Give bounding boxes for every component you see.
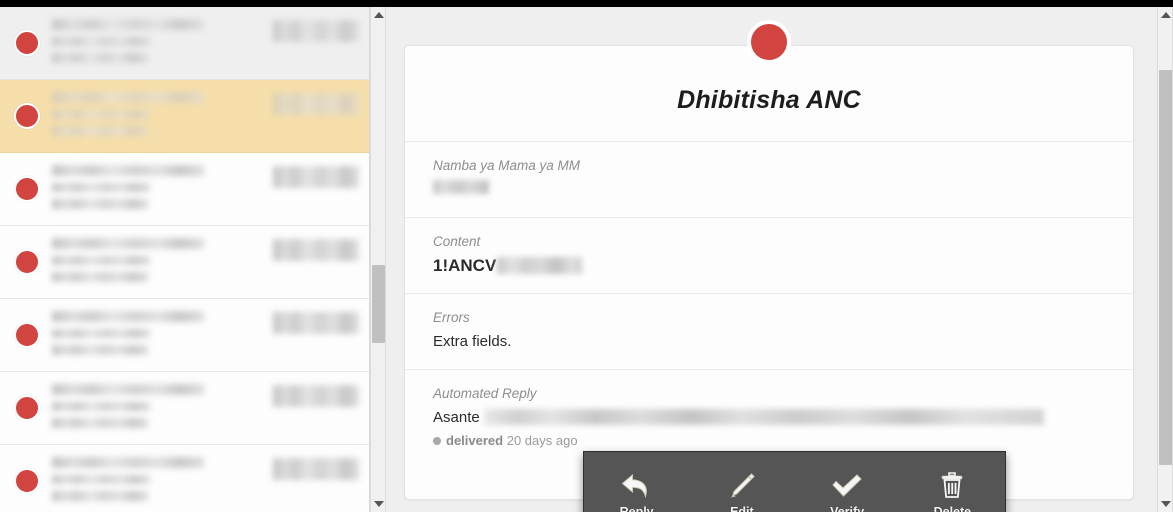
field-value-text: 1!ANCV — [433, 256, 497, 275]
delivery-status-dot-icon — [433, 437, 441, 445]
list-item-title-redacted — [52, 384, 204, 395]
field-value-redacted — [433, 180, 489, 194]
message-detail-panel: Dhibitisha ANC Namba ya Mama ya MM Conte… — [388, 7, 1156, 512]
checkmark-icon — [830, 469, 864, 503]
contact-avatar-icon — [14, 395, 40, 421]
list-item-preview-redacted — [52, 491, 148, 501]
field-label: Namba ya Mama ya MM — [433, 158, 581, 173]
delete-button[interactable]: Delete — [900, 452, 1005, 512]
list-item-title-redacted — [52, 165, 204, 176]
scroll-down-arrow-icon[interactable] — [374, 501, 384, 507]
delivery-state: delivered — [446, 433, 504, 448]
field-row: Namba ya Mama ya MM — [405, 141, 1133, 217]
list-item[interactable] — [0, 153, 369, 226]
list-item-timestamp-redacted — [273, 312, 359, 334]
field-value: Extra fields. — [433, 333, 512, 350]
scroll-up-arrow-icon[interactable] — [1161, 12, 1171, 18]
list-item-selected[interactable] — [0, 80, 369, 153]
field-value: Asante — [433, 408, 1105, 427]
field-row: Content 1!ANCV — [405, 217, 1133, 293]
list-item-title-redacted — [52, 457, 204, 468]
field-value: 1!ANCV — [433, 256, 1105, 275]
message-card: Dhibitisha ANC Namba ya Mama ya MM Conte… — [404, 20, 1134, 512]
list-item-timestamp-redacted — [273, 239, 359, 261]
list-item[interactable] — [0, 226, 369, 299]
list-item-title-redacted — [52, 92, 204, 103]
edit-button[interactable]: Edit — [689, 452, 794, 512]
list-item-timestamp-redacted — [273, 385, 359, 407]
list-item-title-redacted — [52, 19, 204, 30]
scroll-down-arrow-icon[interactable] — [1161, 501, 1171, 507]
reply-arrow-icon — [620, 469, 654, 503]
field-label: Errors — [433, 310, 470, 325]
list-item-title-redacted — [52, 238, 204, 249]
list-item-subtitle-redacted — [52, 475, 150, 484]
list-item-subtitle-redacted — [52, 329, 150, 338]
list-item-timestamp-redacted — [273, 93, 359, 115]
pencil-icon — [725, 469, 759, 503]
contact-avatar-icon — [14, 249, 40, 275]
detail-scrollbar[interactable] — [1157, 7, 1173, 512]
field-value — [433, 180, 1105, 199]
list-item-subtitle-redacted — [52, 402, 150, 411]
list-item[interactable] — [0, 299, 369, 372]
list-item-content — [52, 159, 359, 219]
device-status-bar — [0, 0, 1173, 7]
list-item-title-redacted — [52, 311, 204, 322]
field-label: Automated Reply — [433, 386, 537, 401]
field-row: Errors Extra fields. — [405, 293, 1133, 369]
reply-button[interactable]: Reply — [584, 452, 689, 512]
delivery-time: 20 days ago — [506, 433, 578, 448]
scrollbar-thumb[interactable] — [1159, 70, 1172, 465]
list-item-preview-redacted — [52, 126, 148, 136]
list-item-timestamp-redacted — [273, 20, 359, 42]
list-item-subtitle-redacted — [52, 110, 150, 119]
list-item-content — [52, 305, 359, 365]
list-scrollbar[interactable] — [370, 7, 386, 512]
message-avatar-icon — [747, 20, 791, 64]
contact-avatar-icon — [14, 468, 40, 494]
contact-avatar-icon — [14, 103, 40, 129]
scrollbar-thumb[interactable] — [372, 265, 385, 343]
list-item[interactable] — [0, 372, 369, 445]
list-item-preview-redacted — [52, 272, 148, 282]
list-item[interactable] — [0, 445, 369, 512]
trash-icon — [935, 469, 969, 503]
list-item-preview-redacted — [52, 53, 148, 63]
list-item-content — [52, 451, 359, 511]
list-item-subtitle-redacted — [52, 256, 150, 265]
list-item[interactable] — [0, 7, 369, 80]
list-item-content — [52, 232, 359, 292]
contact-avatar-icon — [14, 176, 40, 202]
list-item-subtitle-redacted — [52, 183, 150, 192]
contact-avatar-icon — [14, 30, 40, 56]
list-item-content — [52, 86, 359, 146]
contact-avatar-icon — [14, 322, 40, 348]
list-item-preview-redacted — [52, 345, 148, 355]
verify-button[interactable]: Verify — [795, 452, 900, 512]
app-window: Dhibitisha ANC Namba ya Mama ya MM Conte… — [0, 0, 1173, 512]
message-action-toolbar[interactable]: Reply Edit Verify Delete — [583, 451, 1006, 512]
list-item-content — [52, 13, 359, 73]
scroll-up-arrow-icon[interactable] — [374, 12, 384, 18]
list-item-content — [52, 378, 359, 438]
field-value-text: Asante — [433, 409, 480, 426]
list-item-timestamp-redacted — [273, 458, 359, 480]
list-item-subtitle-redacted — [52, 37, 150, 46]
list-item-preview-redacted — [52, 199, 148, 209]
list-item-preview-redacted — [52, 418, 148, 428]
field-value-redacted — [483, 409, 1044, 425]
field-value-redacted — [497, 257, 583, 274]
status-badge: delivered 20 days ago — [433, 433, 1105, 448]
verify-label: Verify — [830, 504, 865, 512]
reply-label: Reply — [619, 504, 654, 512]
delete-label: Delete — [933, 504, 972, 512]
list-item-timestamp-redacted — [273, 166, 359, 188]
edit-label: Edit — [730, 504, 754, 512]
field-label: Content — [433, 234, 481, 249]
message-list-panel[interactable] — [0, 7, 370, 512]
